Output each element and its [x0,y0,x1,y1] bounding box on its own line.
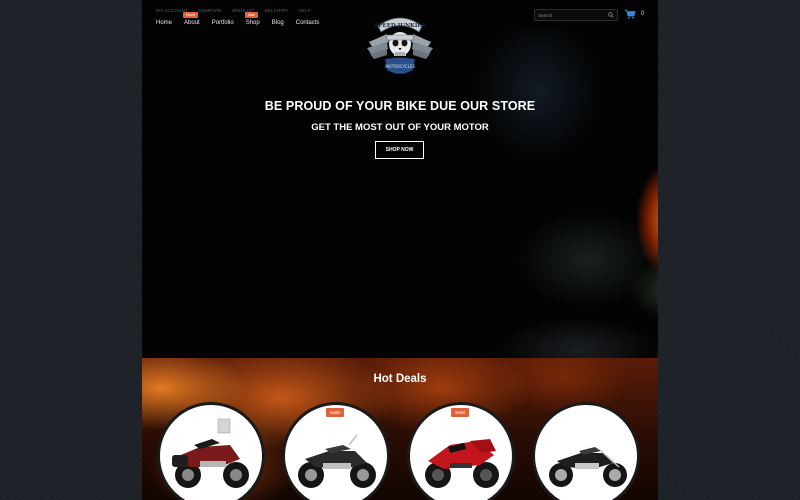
main-nav: Home Hover About Portfolio Sale Shop Blog … [156,12,331,26]
page-background: MY ACCOUNT COMPARE WISHLIST DELIVERY HEL… [0,0,800,500]
nav-label: About [184,20,200,26]
search-box[interactable]: Search [534,9,618,21]
shop-now-button[interactable]: SHOP NOW [375,141,424,159]
motorcycle-image [549,447,627,487]
logo-sub-text: MOTORCYCLES [385,64,415,69]
nav-label: Home [156,20,173,26]
hero-subheadline: GET THE MOST OUT OF YOUR MOTOR [311,122,489,133]
motorcycle-image [172,418,249,488]
nav-label: Portfolio [211,20,234,26]
site-container: MY ACCOUNT COMPARE WISHLIST DELIVERY HEL… [142,0,658,500]
nav-label: Shop [245,20,260,26]
top-links: MY ACCOUNT COMPARE WISHLIST DELIVERY HEL… [156,8,311,13]
hot-deals-section: Hot Deals Sale! Sale! [142,358,658,500]
logo-top-text: SPEED JUNKIES [374,23,425,29]
cart[interactable]: 0 [624,9,644,19]
product-card[interactable] [157,402,265,500]
nav-badge: Sale [244,12,258,18]
cart-icon[interactable] [624,9,636,19]
hero-headline: BE PROUD OF YOUR BIKE DUE OUR STORE [264,99,536,113]
nav-item-blog[interactable]: Blog [272,20,284,26]
product-card[interactable] [532,402,640,500]
sale-badge: Sale! [451,408,470,417]
nav-item-about[interactable]: Hover About [183,12,200,26]
motorcycle-image [425,439,499,488]
motorcycle-image [298,434,376,488]
nav-item-shop[interactable]: Sale Shop [244,12,260,26]
skull-wings-logo: SPEED JUNKIES MOTORCYCLES [367,17,433,75]
top-link-help[interactable]: HELP [298,8,311,13]
nav-label: Blog [271,20,284,26]
nav-item-portfolio[interactable]: Portfolio [212,20,234,26]
search-icon[interactable] [608,12,614,18]
top-link-delivery[interactable]: DELIVERY [265,8,289,13]
cart-count: 0 [641,11,645,17]
search-input[interactable]: Search [538,13,552,18]
site-logo[interactable]: SPEED JUNKIES MOTORCYCLES [365,12,435,80]
top-link-compare[interactable]: COMPARE [198,8,222,13]
sale-badge: Sale! [326,408,345,417]
nav-item-contacts[interactable]: Contacts [296,20,320,26]
nav-item-home[interactable]: Home [156,20,172,26]
nav-label: Contacts [295,20,320,26]
smoke-background [428,30,658,360]
nav-badge: Hover [183,12,199,18]
hot-deals-title: Hot Deals [373,373,427,385]
